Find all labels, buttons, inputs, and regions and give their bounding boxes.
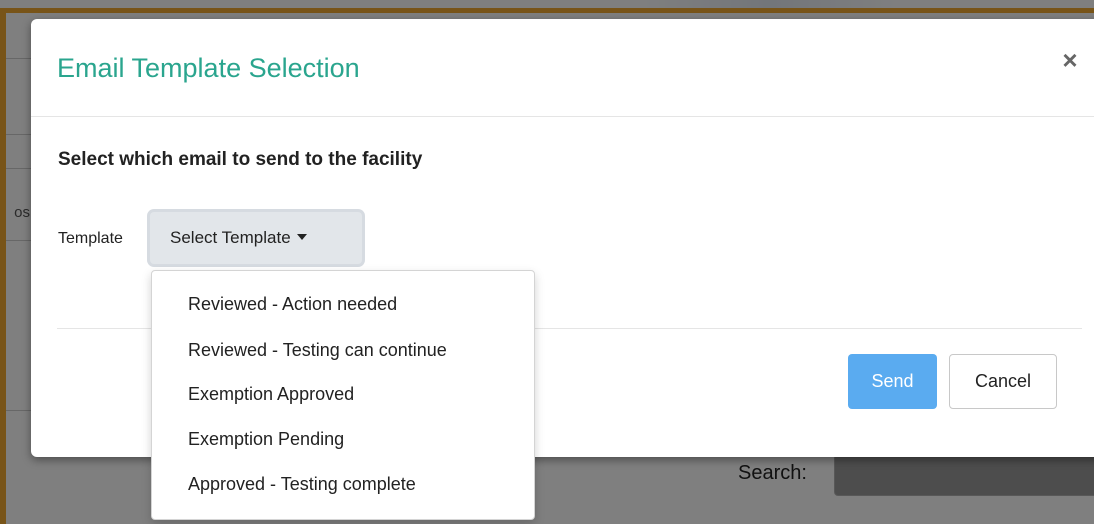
cancel-button[interactable]: Cancel <box>949 354 1057 409</box>
modal-subtitle: Select which email to send to the facili… <box>58 149 423 170</box>
dropdown-item-exemption-pending[interactable]: Exemption Pending <box>188 429 344 450</box>
dropdown-item-reviewed-testing-can-continue[interactable]: Reviewed - Testing can continue <box>188 340 447 361</box>
dropdown-item-exemption-approved[interactable]: Exemption Approved <box>188 384 354 405</box>
dropdown-item-approved-testing-complete[interactable]: Approved - Testing complete <box>188 474 416 495</box>
modal-title: Email Template Selection <box>57 53 360 83</box>
modal-header: Email Template Selection × <box>31 19 1094 117</box>
template-label: Template <box>58 230 123 247</box>
caret-down-icon <box>296 234 307 240</box>
close-icon[interactable]: × <box>1058 46 1082 74</box>
select-template-label: Select Template <box>170 228 291 247</box>
template-dropdown-menu: Reviewed - Action needed Reviewed - Test… <box>151 270 535 520</box>
select-template-dropdown-button[interactable]: Select Template <box>150 212 362 264</box>
dropdown-item-reviewed-action-needed[interactable]: Reviewed - Action needed <box>188 294 397 315</box>
send-button[interactable]: Send <box>848 354 937 409</box>
